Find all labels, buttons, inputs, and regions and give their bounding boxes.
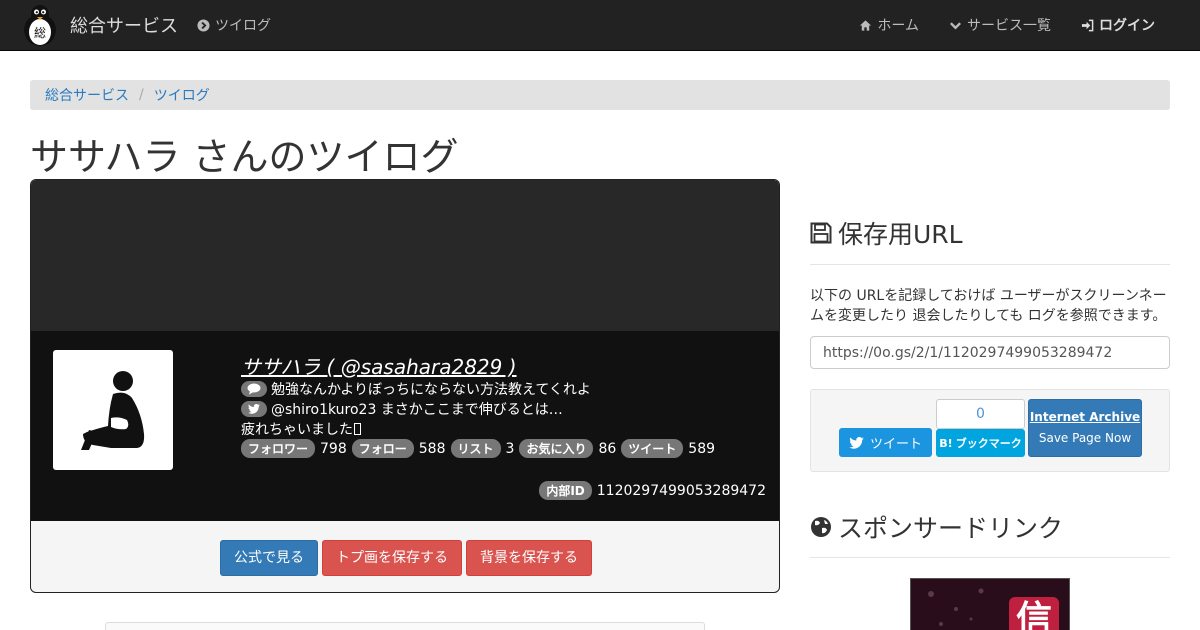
save-url-title: 保存用URL — [838, 220, 963, 249]
latest-tweet-line: @shiro1kuro23 まさかここまで伸びるとは… — [241, 399, 563, 419]
hatena-bookmark-label: ブックマーク — [955, 437, 1022, 450]
next-panel — [105, 622, 705, 630]
profile-banner — [31, 180, 779, 331]
divider — [810, 264, 1170, 265]
internet-archive-subtitle: Save Page Now — [1038, 431, 1132, 445]
nav-login-label: ログイン — [1099, 18, 1155, 34]
save-url-heading: 保存用URL — [810, 215, 963, 251]
internet-archive-button[interactable]: Internet Archive Save Page Now — [1028, 399, 1142, 457]
tweets-label: ツイート — [621, 439, 684, 458]
divider — [810, 557, 1170, 558]
nav-home-label: ホーム — [877, 18, 919, 34]
nav-tweetlog-link[interactable]: ツイログ — [197, 15, 271, 35]
hatena-bookmark-count: 0 — [936, 399, 1025, 429]
profile-name-link[interactable]: ササハラ ( @sasahara2829 ) — [241, 351, 517, 380]
following-count: 588 — [418, 440, 446, 457]
latest-tweet-text-2: 疲れちゃいました — [241, 422, 353, 438]
chevron-down-icon — [950, 21, 961, 30]
profile-stats: フォロワー 798 フォロー 588 リスト 3 お気に入り 86 ツイート 589 — [241, 439, 720, 458]
save-url-input[interactable] — [810, 336, 1170, 369]
breadcrumb-separator: / — [139, 87, 144, 103]
internal-id-value: 1120297499053289472 — [596, 482, 766, 499]
nav-tweetlog-label: ツイログ — [215, 18, 271, 34]
home-icon — [860, 19, 872, 31]
sponsored-title: スポンサードリンク — [838, 514, 1064, 543]
internal-id-label: 内部ID — [539, 481, 592, 500]
breadcrumb: 総合サービス / ツイログ — [30, 80, 1170, 110]
followers-count: 798 — [320, 440, 347, 457]
sponsored-ad-banner[interactable]: 信 — [910, 578, 1070, 630]
hatena-bookmark-button[interactable]: B! ブックマーク — [936, 429, 1025, 457]
nav-login-link[interactable]: ログイン — [1081, 15, 1155, 35]
tweet-button[interactable]: ツイート — [839, 428, 932, 457]
lists-count: 3 — [505, 440, 515, 457]
logo-character: 総 — [34, 26, 46, 40]
hatena-logo-icon: B! — [939, 436, 953, 450]
breadcrumb-home-link[interactable]: 総合サービス — [45, 85, 129, 105]
nav-services-link[interactable]: サービス一覧 — [949, 15, 1051, 35]
sign-in-icon — [1081, 19, 1094, 31]
brand-name: 総合サービス — [70, 16, 178, 37]
navbar: 総 総合サービス ツイログ ホーム サービス一覧 ログイン — [0, 0, 1200, 51]
tweets-count: 589 — [688, 440, 716, 457]
favorites-count: 86 — [598, 440, 617, 457]
missing-glyph-box — [354, 423, 361, 435]
tweet-button-label: ツイート — [869, 437, 922, 452]
view-official-button[interactable]: 公式で見る — [220, 539, 318, 576]
profile-actions: 公式で見る トプ画を保存する 背景を保存する — [31, 521, 779, 592]
latest-tweet-line-2: 疲れちゃいました — [241, 419, 361, 439]
twitter-bird-icon — [241, 401, 267, 417]
globe-icon — [811, 517, 831, 537]
nav-home-link[interactable]: ホーム — [859, 15, 919, 35]
sitting-person-icon — [81, 371, 145, 450]
favorites-label: お気に入り — [519, 439, 594, 458]
penguin-logo-icon: 総 — [24, 5, 56, 46]
save-background-button[interactable]: 背景を保存する — [466, 539, 592, 576]
ad-image: 信 — [928, 588, 1059, 630]
save-icon-button[interactable]: トプ画を保存する — [322, 539, 462, 576]
chevron-circle-right-icon — [197, 18, 210, 32]
profile-info: ササハラ ( @sasahara2829 ) 勉強なんかよりぼっちにならない方法… — [31, 331, 779, 521]
page-title: ササハラ さんのツイログ — [30, 135, 459, 179]
lists-label: リスト — [450, 439, 501, 458]
ad-character: 信 — [1016, 599, 1052, 630]
following-label: フォロー — [351, 439, 414, 458]
profile-card: ササハラ ( @sasahara2829 ) 勉強なんかよりぼっちにならない方法… — [30, 179, 780, 593]
share-buttons-panel: ツイート 0 B! ブックマーク Internet Archive Save P… — [810, 389, 1170, 472]
sponsored-heading: スポンサードリンク — [810, 509, 1063, 545]
save-url-description: 以下の URLを記録しておけば ユーザーがスクリーンネームを変更したり 退会した… — [810, 288, 1167, 324]
breadcrumb-tweetlog-link[interactable]: ツイログ — [154, 85, 210, 105]
floppy-disk-icon — [810, 222, 832, 244]
comment-icon — [241, 381, 267, 397]
profile-bio-line: 勉強なんかよりぼっちにならない方法教えてくれよ — [241, 379, 591, 399]
nav-services-label: サービス一覧 — [967, 18, 1051, 34]
profile-bio: 勉強なんかよりぼっちにならない方法教えてくれよ — [271, 382, 591, 398]
internet-archive-title: Internet Archive — [1029, 410, 1141, 424]
latest-tweet-text: @shiro1kuro23 まさかここまで伸びるとは… — [271, 402, 563, 418]
twitter-bird-icon — [849, 436, 864, 449]
avatar[interactable] — [53, 350, 173, 470]
internal-id: 内部ID 1120297499053289472 — [539, 481, 766, 500]
followers-label: フォロワー — [241, 439, 316, 458]
brand-link[interactable]: 総 総合サービス — [20, 2, 178, 48]
